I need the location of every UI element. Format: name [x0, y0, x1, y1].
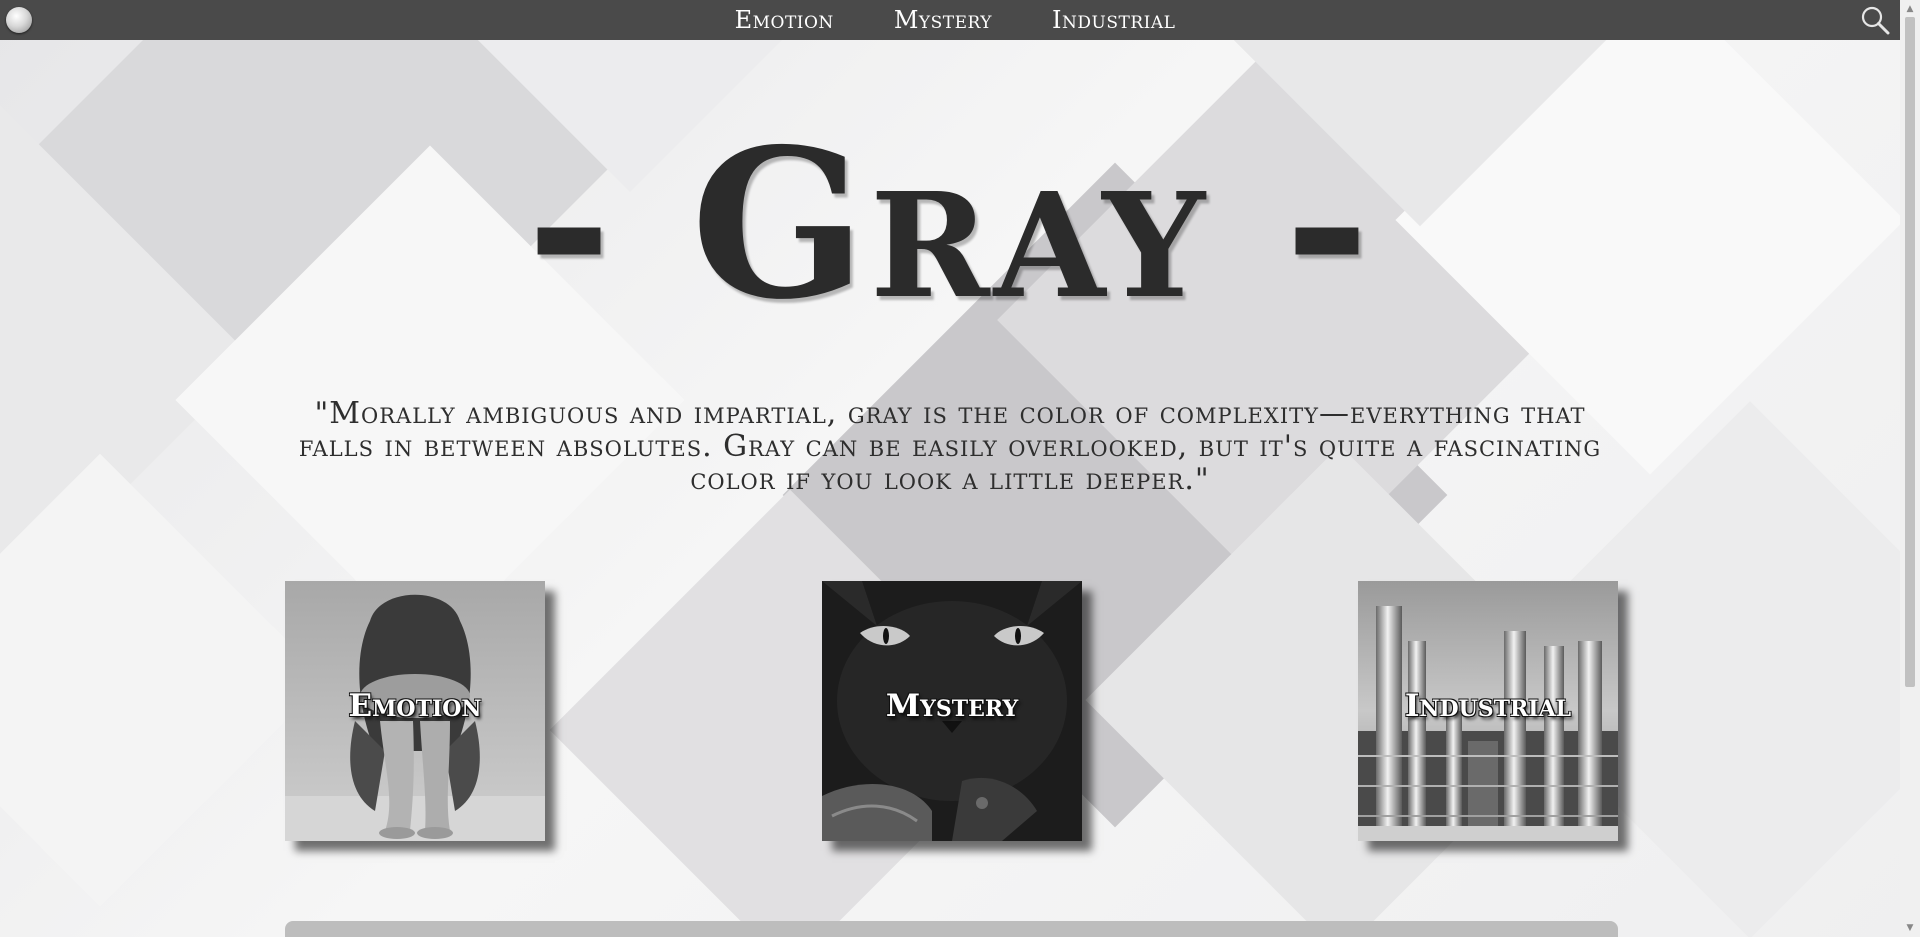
tile-industrial[interactable]: Industrial: [1358, 581, 1618, 841]
tile-emotion[interactable]: Emotion: [285, 581, 545, 841]
tile-label-mystery: Mystery: [885, 688, 1019, 724]
nav-link-emotion[interactable]: Emotion: [735, 6, 834, 34]
nav-link-mystery[interactable]: Mystery: [894, 6, 992, 34]
scrollbar-thumb[interactable]: [1905, 17, 1915, 687]
scroll-down-arrow-icon[interactable]: ▼: [1900, 921, 1920, 935]
vertical-scrollbar[interactable]: ▲ ▼: [1900, 0, 1920, 937]
tile-label-industrial: Industrial: [1404, 688, 1572, 724]
page-title: - Gray -: [526, 105, 1374, 345]
scroll-up-arrow-icon[interactable]: ▲: [1900, 2, 1920, 16]
top-navigation-bar: Emotion Mystery Industrial: [0, 0, 1900, 40]
nav-link-industrial[interactable]: Industrial: [1052, 6, 1175, 34]
search-icon[interactable]: [1860, 5, 1890, 35]
tile-label-emotion: Emotion: [348, 688, 482, 724]
content-panel-top: [285, 921, 1618, 937]
intro-quote: "Morally ambiguous and impartial, gray i…: [298, 396, 1602, 497]
tile-mystery[interactable]: Mystery: [822, 581, 1082, 841]
main-nav: Emotion Mystery Industrial: [0, 0, 1900, 40]
